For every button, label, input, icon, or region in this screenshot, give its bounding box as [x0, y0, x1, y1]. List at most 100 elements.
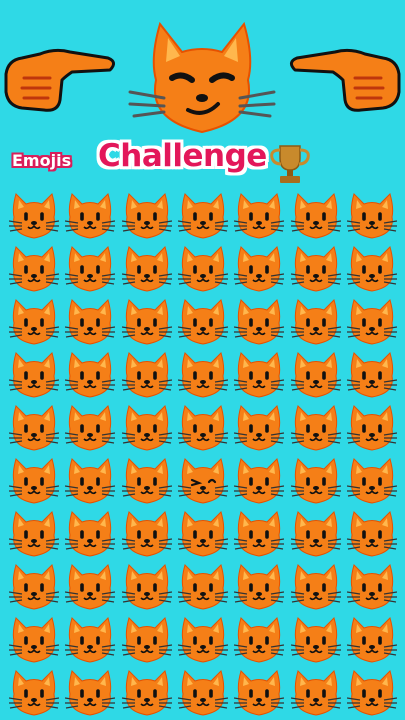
cat-face-icon	[121, 458, 172, 504]
grid-cell[interactable]	[62, 561, 118, 614]
grid-cell[interactable]	[119, 667, 175, 720]
grid-cell[interactable]	[287, 455, 343, 508]
cat-face-icon	[346, 299, 397, 345]
grid-cell[interactable]	[175, 561, 231, 614]
grid-cell[interactable]	[119, 508, 175, 561]
grid-cell[interactable]	[344, 614, 400, 667]
grid-cell[interactable]	[6, 561, 62, 614]
grid-cell[interactable]	[6, 349, 62, 402]
cat-face-icon	[121, 617, 172, 663]
grid-cell[interactable]	[231, 296, 287, 349]
cat-face-icon	[178, 352, 229, 398]
grid-cell[interactable]	[62, 508, 118, 561]
grid-cell[interactable]	[344, 243, 400, 296]
grid-cell[interactable]	[231, 190, 287, 243]
cat-face-icon	[346, 670, 397, 716]
grid-cell[interactable]	[287, 508, 343, 561]
grid-cell[interactable]	[62, 402, 118, 455]
grid-cell[interactable]	[175, 349, 231, 402]
cat-face-icon	[121, 405, 172, 451]
grid-cell[interactable]	[175, 508, 231, 561]
winking-cat-face-icon	[178, 458, 229, 504]
grid-cell[interactable]	[287, 667, 343, 720]
grid-cell[interactable]	[287, 296, 343, 349]
grid-cell[interactable]	[344, 455, 400, 508]
grid-cell[interactable]	[344, 349, 400, 402]
grid-cell[interactable]	[344, 561, 400, 614]
grid-cell[interactable]	[231, 508, 287, 561]
cat-face-icon	[178, 564, 229, 610]
cat-face-icon	[346, 352, 397, 398]
grid-cell[interactable]	[231, 614, 287, 667]
grid-cell[interactable]	[175, 667, 231, 720]
grid-cell[interactable]	[119, 402, 175, 455]
grid-cell[interactable]	[344, 667, 400, 720]
grid-cell[interactable]	[175, 614, 231, 667]
grid-cell[interactable]	[231, 561, 287, 614]
grid-cell[interactable]	[231, 349, 287, 402]
grid-cell[interactable]	[119, 190, 175, 243]
grid-cell[interactable]	[119, 614, 175, 667]
grid-cell[interactable]	[119, 561, 175, 614]
cat-face-icon	[65, 246, 116, 292]
grid-cell[interactable]	[62, 455, 118, 508]
cat-face-icon	[65, 511, 116, 557]
grid-cell[interactable]	[62, 349, 118, 402]
grid-cell[interactable]	[119, 296, 175, 349]
grid-cell[interactable]	[287, 614, 343, 667]
cat-face-icon	[290, 670, 341, 716]
grid-cell[interactable]	[175, 296, 231, 349]
cat-face-icon	[121, 299, 172, 345]
grid-cell-odd[interactable]	[175, 455, 231, 508]
grid-cell[interactable]	[231, 667, 287, 720]
grid-cell[interactable]	[287, 349, 343, 402]
cat-face-icon	[65, 352, 116, 398]
grid-cell[interactable]	[344, 296, 400, 349]
grid-cell[interactable]	[287, 561, 343, 614]
grid-cell[interactable]	[175, 243, 231, 296]
grid-cell[interactable]	[231, 402, 287, 455]
pointing-right-hand-icon	[4, 48, 115, 112]
title-emojis: Emojis	[12, 151, 72, 170]
grid-cell[interactable]	[6, 243, 62, 296]
grid-cell[interactable]	[231, 455, 287, 508]
cat-face-icon	[290, 299, 341, 345]
cat-face-icon	[65, 458, 116, 504]
grid-cell[interactable]	[62, 296, 118, 349]
grid-cell[interactable]	[6, 402, 62, 455]
grid-cell[interactable]	[62, 243, 118, 296]
grid-cell[interactable]	[175, 402, 231, 455]
cat-face-icon	[346, 564, 397, 610]
grid-cell[interactable]	[287, 190, 343, 243]
grid-cell[interactable]	[175, 190, 231, 243]
grid-cell[interactable]	[6, 296, 62, 349]
cat-face-icon	[9, 405, 60, 451]
grid-cell[interactable]	[62, 190, 118, 243]
cat-face-icon	[290, 564, 341, 610]
title-challenge: Challenge	[98, 138, 267, 174]
grid-cell[interactable]	[62, 667, 118, 720]
grid-cell[interactable]	[119, 243, 175, 296]
cat-face-icon	[121, 352, 172, 398]
grid-cell[interactable]	[287, 402, 343, 455]
grid-cell[interactable]	[6, 614, 62, 667]
grid-cell[interactable]	[6, 508, 62, 561]
grid-cell[interactable]	[344, 402, 400, 455]
cat-face-icon	[121, 246, 172, 292]
grid-cell[interactable]	[287, 243, 343, 296]
grid-cell[interactable]	[6, 455, 62, 508]
grid-cell[interactable]	[119, 455, 175, 508]
grid-cell[interactable]	[62, 614, 118, 667]
cat-face-icon	[178, 299, 229, 345]
grid-cell[interactable]	[344, 508, 400, 561]
cat-face-icon	[9, 352, 60, 398]
grid-cell[interactable]	[6, 667, 62, 720]
grid-cell[interactable]	[231, 243, 287, 296]
grid-cell[interactable]	[119, 349, 175, 402]
cat-face-icon	[346, 193, 397, 239]
grid-cell[interactable]	[6, 190, 62, 243]
emoji-grid	[6, 190, 400, 720]
grid-cell[interactable]	[344, 190, 400, 243]
cat-face-icon	[346, 617, 397, 663]
cat-face-icon	[346, 246, 397, 292]
